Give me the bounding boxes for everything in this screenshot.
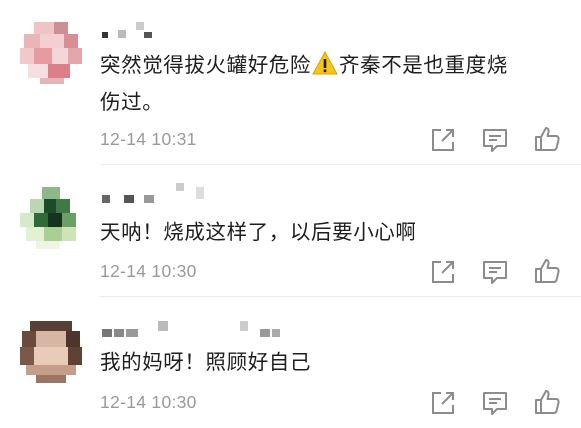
comment-item: 突然觉得拔火罐好危险 齐秦不是也重度烧伤过。 12-14 10:31	[0, 0, 581, 165]
share-box-icon	[432, 392, 454, 414]
comment-item: 天呐！烧成这样了，以后要小心啊 12-14 10:30	[0, 165, 581, 297]
comment-text: 天呐！烧成这样了，以后要小心啊	[100, 220, 417, 244]
repost-button[interactable]	[428, 388, 458, 418]
comment-item: 我的妈呀！照顾好自己 12-14 10:30	[0, 297, 581, 428]
thumbs-up-icon	[535, 259, 560, 283]
thumbs-up-icon	[535, 390, 560, 414]
reply-button[interactable]	[480, 125, 510, 155]
like-button[interactable]	[532, 256, 562, 286]
comment-text-part: 伤过。	[100, 90, 164, 114]
timestamp: 12-14 10:31	[100, 129, 197, 149]
thumbs-up-icon	[535, 127, 560, 151]
timestamp: 12-14 10:30	[100, 261, 197, 281]
reply-button[interactable]	[480, 388, 510, 418]
username-redacted[interactable]	[100, 317, 290, 341]
like-button[interactable]	[532, 124, 562, 154]
repost-button[interactable]	[428, 257, 458, 287]
chat-bubble-icon	[483, 129, 507, 152]
comment-text: 突然觉得拔火罐好危险 齐秦不是也重度烧伤过。	[100, 48, 562, 119]
avatar[interactable]	[20, 187, 82, 249]
username-redacted[interactable]	[100, 18, 160, 42]
comment-text: 我的妈呀！照顾好自己	[100, 350, 311, 374]
username-redacted[interactable]	[100, 183, 210, 207]
repost-button[interactable]	[428, 125, 458, 155]
chat-bubble-icon	[483, 261, 507, 284]
reply-button[interactable]	[480, 257, 510, 287]
chat-bubble-icon	[483, 392, 507, 415]
avatar[interactable]	[20, 22, 82, 84]
timestamp: 12-14 10:30	[100, 392, 197, 412]
comment-list: { "comments": [ { "text_line1": "突然觉得拔火罐…	[0, 0, 581, 428]
like-button[interactable]	[532, 387, 562, 417]
warning-icon	[312, 50, 338, 85]
comment-text-part: 齐秦不是也重度烧	[339, 53, 508, 77]
share-box-icon	[432, 129, 454, 151]
avatar[interactable]	[20, 321, 82, 383]
share-box-icon	[432, 261, 454, 283]
comment-text-part: 突然觉得拔火罐好危险	[100, 53, 311, 77]
